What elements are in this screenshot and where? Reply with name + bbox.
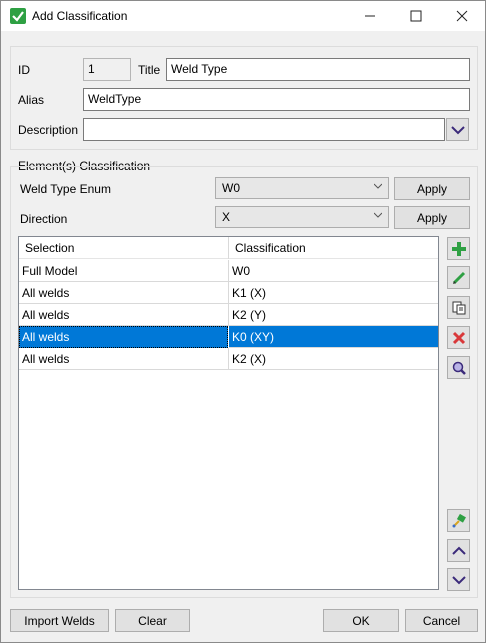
classification-cell: K2 (X) (232, 352, 267, 366)
table-header: Selection Classification (19, 237, 438, 259)
edit-icon (452, 271, 465, 284)
title-label: Title (138, 63, 161, 77)
chevron-down-icon (450, 125, 465, 134)
paint-icon (452, 513, 466, 527)
weld-type-enum-select[interactable]: W0 (215, 177, 389, 199)
apply-direction-button[interactable]: Apply (394, 206, 470, 229)
add-icon (451, 241, 466, 256)
classification-cell: K0 (XY) (232, 330, 275, 344)
table-row[interactable]: All welds K2 (X) (19, 348, 438, 370)
checkmark-app-icon (10, 8, 26, 24)
zoom-icon (452, 361, 466, 375)
description-field[interactable] (83, 118, 445, 141)
delete-icon (452, 331, 465, 344)
minimize-button[interactable] (347, 1, 393, 31)
move-up-icon (451, 546, 466, 555)
edit-row-button[interactable] (447, 266, 470, 289)
selection-cell: All welds (22, 286, 70, 300)
table-row[interactable]: Full Model W0 (19, 260, 438, 282)
weld-type-enum-label: Weld Type Enum (20, 182, 111, 196)
paint-button[interactable] (447, 509, 470, 532)
title-field[interactable]: Weld Type (166, 58, 470, 81)
table-row-selected[interactable]: All welds K0 (XY) (19, 326, 438, 348)
chevron-down-icon (374, 183, 382, 189)
delete-row-button[interactable] (447, 326, 470, 349)
cancel-button[interactable]: Cancel (405, 609, 478, 632)
add-classification-dialog: Add Classification ID 1 Title Weld Type … (0, 0, 486, 643)
classification-cell: W0 (232, 264, 250, 278)
classification-table: Selection Classification Full Model W0 A… (18, 236, 439, 590)
table-row[interactable]: All welds K1 (X) (19, 282, 438, 304)
chevron-down-icon (374, 212, 382, 218)
column-header-selection[interactable]: Selection (22, 237, 77, 259)
direction-select[interactable]: X (215, 206, 389, 228)
move-up-button[interactable] (447, 539, 470, 562)
selection-cell: All welds (19, 326, 228, 348)
selection-cell: Full Model (22, 264, 78, 278)
move-down-icon (451, 575, 466, 584)
move-down-button[interactable] (447, 568, 470, 591)
classification-cell: K2 (Y) (232, 308, 267, 322)
add-row-button[interactable] (447, 237, 470, 260)
id-label: ID (18, 63, 30, 77)
apply-enum-button[interactable]: Apply (394, 177, 470, 200)
id-field: 1 (83, 58, 131, 81)
alias-label: Alias (18, 93, 45, 107)
description-dropdown-button[interactable] (446, 118, 469, 141)
clear-button[interactable]: Clear (115, 609, 190, 632)
description-label: Description (18, 123, 79, 137)
import-welds-button[interactable]: Import Welds (10, 609, 109, 632)
direction-label: Direction (20, 212, 68, 226)
classification-cell: K1 (X) (232, 286, 267, 300)
maximize-button[interactable] (393, 1, 439, 31)
copy-row-button[interactable] (447, 296, 470, 319)
selection-cell: All welds (22, 352, 70, 366)
title-bar: Add Classification (1, 1, 485, 31)
zoom-button[interactable] (447, 356, 470, 379)
alias-field[interactable]: WeldType (83, 88, 470, 111)
close-button[interactable] (439, 1, 485, 31)
column-header-classification[interactable]: Classification (232, 237, 309, 259)
copy-icon (452, 301, 465, 314)
table-row[interactable]: All welds K2 (Y) (19, 304, 438, 326)
window-title: Add Classification (32, 9, 128, 23)
selection-cell: All welds (22, 308, 70, 322)
ok-button[interactable]: OK (323, 609, 399, 632)
